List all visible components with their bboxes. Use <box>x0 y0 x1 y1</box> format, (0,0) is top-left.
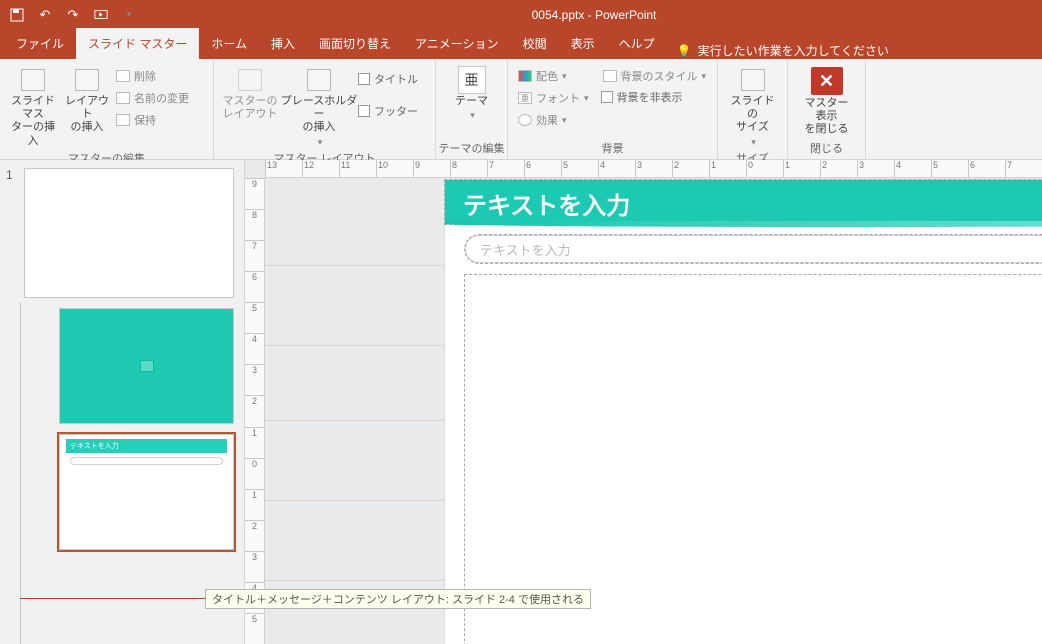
group-background: 配色 亜フォント 効果 背景のスタイル 背景を非表示 背景 <box>508 59 718 159</box>
group-label: 閉じる <box>788 138 865 159</box>
delete-icon <box>116 70 130 82</box>
fonts-button[interactable]: 亜フォント <box>516 89 591 107</box>
group-size: スライドの サイズ サイズ <box>718 59 788 159</box>
bg-styles-icon <box>603 70 617 82</box>
undo-icon[interactable]: ↶ <box>38 8 52 22</box>
slide-canvas-area[interactable]: 1312111098765432101234567 98765432101234… <box>245 160 1042 644</box>
layout-icon <box>75 69 99 91</box>
thumbnail-pane[interactable]: 1 テキストを入力 <box>0 160 245 644</box>
image-placeholder-icon <box>140 360 154 372</box>
tab-view[interactable]: 表示 <box>559 28 607 59</box>
slide-master-icon <box>21 69 45 91</box>
layout-thumbnail-1[interactable] <box>59 308 234 424</box>
layout-thumbnail-2[interactable]: テキストを入力 <box>59 434 234 550</box>
insert-placeholder-button[interactable]: プレースホルダー の挿入 <box>280 63 358 148</box>
title-text: テキストを入力 <box>463 193 630 220</box>
colors-icon <box>518 70 532 82</box>
preserve-button: 保持 <box>114 111 191 129</box>
tab-help[interactable]: ヘルプ <box>607 28 667 59</box>
vertical-ruler: 987654321012345 <box>245 178 265 644</box>
tab-slide-master[interactable]: スライド マスター <box>76 28 199 59</box>
rename-icon <box>116 92 130 104</box>
delete-button: 削除 <box>114 67 191 85</box>
tab-insert[interactable]: 挿入 <box>259 28 307 59</box>
hierarchy-line <box>20 302 21 644</box>
group-label: 背景 <box>508 138 717 159</box>
subtitle-placeholder[interactable]: テキストを入力 <box>465 235 1042 263</box>
master-number: 1 <box>6 168 13 182</box>
quick-access-toolbar: ↶ ↷ <box>0 8 146 22</box>
slide-size-button[interactable]: スライドの サイズ <box>726 63 780 148</box>
title-bar: ↶ ↷ 0054.pptx - PowerPoint <box>0 0 1042 29</box>
workspace: 1 テキストを入力 1312111098765432101234567 9876… <box>0 160 1042 644</box>
subtitle-text: テキストを入力 <box>480 243 571 258</box>
footer-checkbox[interactable]: フッター <box>358 103 418 119</box>
themes-icon: 亜 <box>458 66 486 94</box>
tab-animations[interactable]: アニメーション <box>403 28 511 59</box>
qat-customize-dropdown[interactable] <box>122 8 136 22</box>
group-edit-theme: 亜 テーマ テーマの編集 <box>436 59 508 159</box>
horizontal-ruler: 1312111098765432101234567 <box>265 160 1042 178</box>
insert-layout-button[interactable]: レイアウト の挿入 <box>60 63 114 135</box>
title-checkbox[interactable]: タイトル <box>358 71 418 87</box>
thumb-title: テキストを入力 <box>66 439 227 453</box>
tell-me-search[interactable]: 💡 実行したい作業を入力してください <box>667 42 899 59</box>
close-master-view-button[interactable]: ✕ マスター表示 を閉じる <box>800 63 854 137</box>
slide-layout-editor[interactable]: テキストを入力 テキストを入力 <box>445 180 1042 644</box>
rename-button[interactable]: 名前の変更 <box>114 89 191 107</box>
layout-tooltip: タイトル＋メッセージ＋コンテンツ レイアウト: スライド 2-4 で使用される <box>205 589 591 609</box>
group-label: テーマの編集 <box>436 138 507 159</box>
tab-transitions[interactable]: 画面切り替え <box>307 28 403 59</box>
ribbon: スライド マス ターの挿入 レイアウト の挿入 削除 名前の変更 保持 マスター… <box>0 59 1042 160</box>
thumb-subtitle <box>70 457 223 465</box>
preserve-icon <box>116 114 130 126</box>
master-layout-button: マスターの レイアウト <box>220 63 280 121</box>
themes-button[interactable]: 亜 テーマ <box>445 63 499 121</box>
tab-home[interactable]: ホーム <box>199 28 259 59</box>
title-placeholder[interactable]: テキストを入力 <box>445 180 1042 224</box>
close-icon: ✕ <box>811 67 843 95</box>
start-slideshow-icon[interactable] <box>94 8 108 22</box>
colors-button[interactable]: 配色 <box>516 67 591 85</box>
hide-background-checkbox[interactable]: 背景を非表示 <box>601 89 709 105</box>
group-master-layout: マスターの レイアウト プレースホルダー の挿入 タイトル フッター マスター … <box>214 59 436 159</box>
slide-size-icon <box>741 69 765 91</box>
group-edit-master: スライド マス ターの挿入 レイアウト の挿入 削除 名前の変更 保持 マスター… <box>0 59 214 159</box>
ribbon-tabs: ファイル スライド マスター ホーム 挿入 画面切り替え アニメーション 校閲 … <box>0 29 1042 59</box>
effects-icon <box>518 114 532 126</box>
master-thumbnail[interactable] <box>24 168 234 298</box>
group-close: ✕ マスター表示 を閉じる 閉じる <box>788 59 866 159</box>
window-title: 0054.pptx - PowerPoint <box>146 8 1042 22</box>
fonts-icon: 亜 <box>518 92 532 104</box>
effects-button[interactable]: 効果 <box>516 111 591 129</box>
master-layout-icon <box>238 69 262 91</box>
scroll-indicator <box>20 598 234 599</box>
insert-slide-master-button[interactable]: スライド マス ターの挿入 <box>6 63 60 148</box>
save-icon[interactable] <box>10 8 24 22</box>
tab-file[interactable]: ファイル <box>4 28 76 59</box>
lightbulb-icon: 💡 <box>677 44 692 58</box>
tell-me-label: 実行したい作業を入力してください <box>698 42 889 59</box>
tab-review[interactable]: 校閲 <box>511 28 559 59</box>
placeholder-icon <box>307 69 331 91</box>
redo-icon[interactable]: ↷ <box>66 8 80 22</box>
background-styles-button[interactable]: 背景のスタイル <box>601 67 709 85</box>
